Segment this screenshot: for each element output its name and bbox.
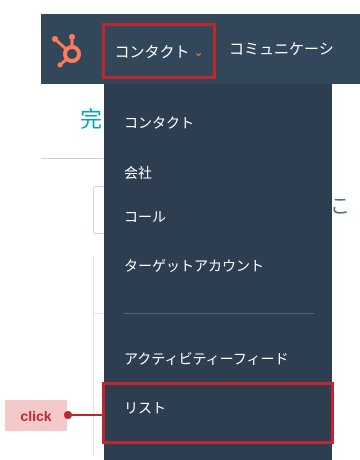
menu-item-activity-feed[interactable]: アクティビティーフィード xyxy=(124,349,289,369)
menu-item-contacts[interactable]: コンタクト xyxy=(124,113,194,133)
click-annotation-label: click xyxy=(5,400,67,431)
click-annotation-dot xyxy=(64,411,72,419)
chevron-down-icon: ⌄ xyxy=(193,45,204,59)
page-title-fragment: 完 xyxy=(80,108,103,133)
background-table-line xyxy=(93,313,103,314)
nav-communications-menu[interactable]: コミュニケーシ xyxy=(229,38,334,59)
menu-item-companies[interactable]: 会社 xyxy=(124,163,152,183)
background-text-fragment: こ xyxy=(330,194,350,218)
menu-divider xyxy=(124,313,314,314)
nav-contacts-label: コンタクト xyxy=(114,42,190,61)
click-annotation-line xyxy=(67,414,103,416)
menu-item-calls[interactable]: コール xyxy=(124,207,166,227)
lists-highlight-box xyxy=(102,382,334,444)
menu-item-target-accounts[interactable]: ターゲットアカウント xyxy=(124,256,264,276)
hubspot-sprocket-icon[interactable] xyxy=(49,30,87,68)
nav-contacts-menu[interactable]: コンタクト ⌄ xyxy=(102,23,216,79)
